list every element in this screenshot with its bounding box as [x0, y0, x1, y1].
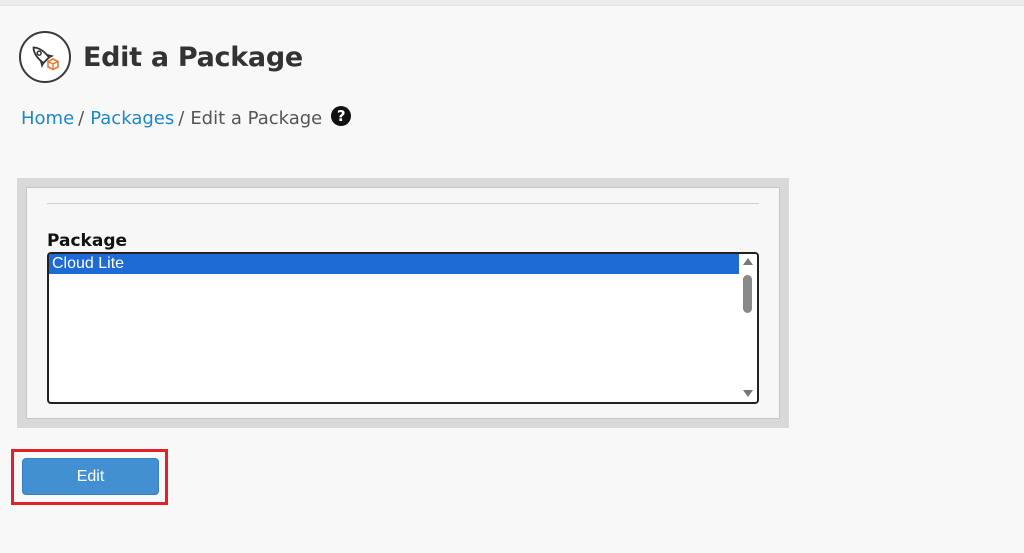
package-label: Package — [47, 231, 128, 251]
edit-button[interactable]: Edit — [22, 458, 159, 495]
scroll-thumb[interactable] — [743, 275, 752, 313]
breadcrumb-separator: / — [78, 107, 85, 129]
breadcrumb-packages-link[interactable]: Packages — [90, 108, 174, 129]
divider — [47, 203, 759, 204]
breadcrumb-home-link[interactable]: Home — [21, 108, 74, 129]
breadcrumb-current: Edit a Package — [190, 107, 323, 129]
package-panel: Package Cloud Lite — [17, 178, 789, 428]
package-option-cloud-lite[interactable]: Cloud Lite — [49, 254, 739, 274]
scroll-up-arrow-icon[interactable] — [743, 258, 753, 265]
scroll-down-arrow-icon[interactable] — [743, 390, 753, 397]
question-circle-icon[interactable]: ? — [331, 106, 352, 126]
breadcrumb: Home / Packages / Edit a Package ? — [21, 106, 352, 130]
page-title: Edit a Package — [83, 41, 303, 73]
package-panel-body: Package Cloud Lite — [26, 187, 780, 419]
top-bar — [0, 0, 1024, 6]
page-header: Edit a Package — [19, 30, 303, 84]
rocket-package-icon — [19, 31, 71, 83]
breadcrumb-separator: / — [178, 107, 185, 129]
package-listbox[interactable]: Cloud Lite — [47, 252, 759, 404]
listbox-scrollbar[interactable] — [739, 254, 757, 402]
